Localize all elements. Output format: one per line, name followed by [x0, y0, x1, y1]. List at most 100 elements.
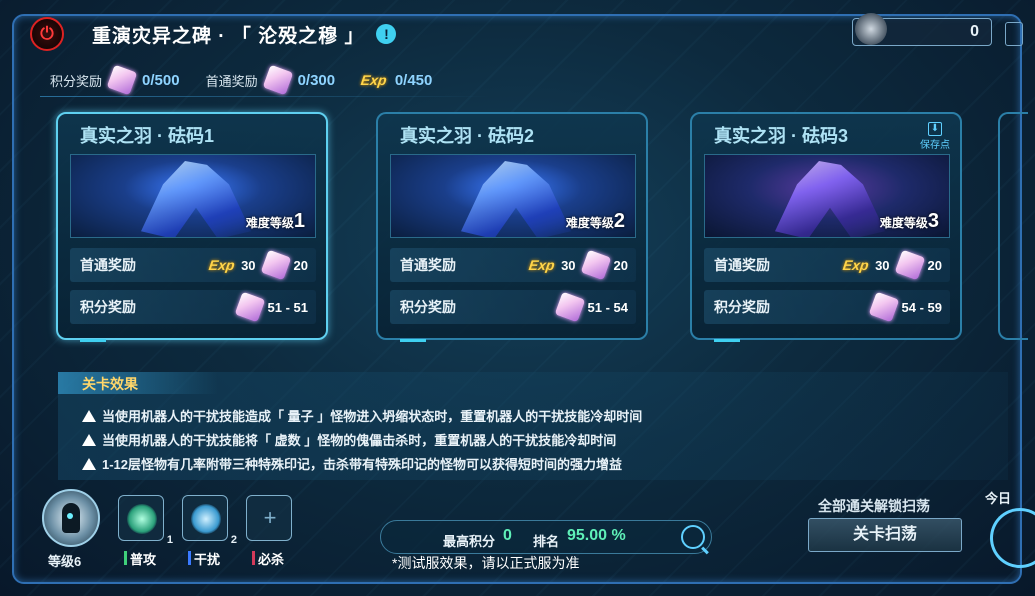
- crystal-gem-icon: [580, 249, 611, 281]
- first-clear-exp: 30: [241, 257, 256, 273]
- exp-icon: Exp: [842, 257, 871, 273]
- crystal-gem-icon: [868, 291, 899, 323]
- points-reward-label: 积分奖励: [50, 73, 103, 89]
- stage-art: 难度等级2: [390, 154, 636, 238]
- interfere-skill-icon: [191, 504, 221, 534]
- points-label: 积分奖励: [80, 299, 136, 315]
- next-stage-card-peek[interactable]: [998, 112, 1028, 340]
- warning-icon: [82, 434, 96, 446]
- edge-tab[interactable]: [1005, 22, 1023, 46]
- boss-image: [775, 161, 885, 237]
- power-exit-icon[interactable]: ⏻: [30, 17, 64, 51]
- stage-card-title: 真实之羽 · 砝码2: [400, 126, 535, 146]
- first-clear-row: 首通奖励 Exp 30 20: [390, 248, 636, 282]
- stage-card-title: 真实之羽 · 砝码3: [714, 126, 849, 146]
- currency-value: 0: [970, 23, 979, 40]
- first-clear-gem: 20: [613, 257, 628, 273]
- crystal-gem-icon: [894, 249, 925, 281]
- stage-art: 难度等级3: [704, 154, 950, 238]
- difficulty-label: 难度等级3: [879, 210, 939, 232]
- exp-icon: Exp: [528, 257, 557, 273]
- robot-avatar[interactable]: [42, 489, 100, 547]
- search-icon[interactable]: [681, 525, 705, 549]
- save-point-label: 保存点: [920, 140, 950, 151]
- rank-label: 排名: [533, 534, 560, 549]
- card-accent-bar: [714, 339, 740, 342]
- stage-card-title: 真实之羽 · 砝码1: [80, 126, 215, 146]
- sweep-unlock-text: 全部通关解锁扫荡: [818, 498, 930, 514]
- first-clear-label: 首通奖励: [400, 257, 456, 273]
- best-score-value: 0: [503, 527, 512, 544]
- exp-icon: Exp: [360, 72, 388, 88]
- difficulty-value: 1: [293, 210, 305, 232]
- stage-card-1[interactable]: 真实之羽 · 砝码1 难度等级1 首通奖励 Exp 30 20 积分奖励 51 …: [56, 112, 328, 342]
- effect-line: 当使用机器人的干扰技能将「 虚数 」怪物的傀儡击杀时，重置机器人的干扰技能冷却时…: [58, 430, 1008, 450]
- first-clear-label: 首通奖励: [714, 257, 770, 273]
- difficulty-value: 3: [927, 210, 939, 232]
- points-label: 积分奖励: [714, 299, 770, 315]
- skill-ultimate-label: 必杀: [252, 549, 284, 568]
- warning-icon: [82, 410, 96, 422]
- skill-count: 2: [230, 534, 237, 546]
- points-range: 51 - 54: [587, 299, 628, 315]
- first-clear-gem: 20: [927, 257, 942, 273]
- test-server-note: *测试服效果，请以正式服为准: [392, 555, 580, 571]
- robot-eye: [67, 513, 73, 519]
- skill-ultimate-slot[interactable]: +: [246, 495, 292, 541]
- score-panel: 最高积分 0 排名 95.00 %: [380, 520, 712, 554]
- warning-icon: [82, 458, 96, 470]
- first-clear-label: 首通奖励: [80, 257, 136, 273]
- skill-attack-label: 普攻: [124, 549, 156, 568]
- stage-effects-header: 关卡效果: [58, 372, 218, 394]
- first-reward-label: 首通奖励: [205, 73, 258, 89]
- effect-line: 1-12层怪物有几率附带三种特殊印记，击杀带有特殊印记的怪物可以获得短时间的强力…: [58, 454, 1008, 474]
- currency-display: 0: [852, 13, 992, 46]
- first-clear-exp: 30: [561, 257, 576, 273]
- points-row: 积分奖励 51 - 51: [70, 290, 316, 324]
- first-clear-gem: 20: [293, 257, 308, 273]
- today-label: 今日: [985, 491, 1012, 506]
- crystal-gem-icon: [554, 291, 585, 323]
- skill-count: 1: [166, 534, 173, 546]
- best-score-label: 最高积分: [443, 534, 496, 549]
- divider: [40, 96, 490, 97]
- header: ⏻ 重演灾异之碑 · 「 沦殁之穆 」 !: [30, 16, 397, 52]
- stage-effects-panel: 关卡效果 当使用机器人的干扰技能造成「 量子 」怪物进入坍缩状态时，重置机器人的…: [58, 372, 1008, 480]
- skill-interfere-label: 干扰: [188, 549, 220, 568]
- points-row: 积分奖励 54 - 59: [704, 290, 950, 324]
- first-clear-exp: 30: [875, 257, 890, 273]
- exp-reward-value: 0/450: [394, 71, 433, 89]
- exp-icon: Exp: [208, 257, 237, 273]
- skill-attack-button[interactable]: 1: [118, 495, 173, 546]
- skill-interfere-button[interactable]: 2: [182, 495, 237, 546]
- crystal-gem-icon: [260, 249, 291, 281]
- difficulty-label: 难度等级1: [245, 210, 305, 232]
- rank-value: 95.00 %: [567, 527, 626, 544]
- stage-card-3[interactable]: 真实之羽 · 砝码3 ⬇ 保存点 难度等级3 首通奖励 Exp 30 20 积分…: [690, 112, 962, 342]
- add-icon: +: [263, 505, 277, 530]
- points-reward-value: 0/500: [142, 71, 180, 89]
- first-clear-row: 首通奖励 Exp 30 20: [70, 248, 316, 282]
- sweep-button[interactable]: 关卡扫荡: [808, 518, 962, 552]
- robot-level: 等级6: [48, 554, 82, 569]
- points-label: 积分奖励: [400, 299, 456, 315]
- save-point-badge: ⬇ 保存点: [920, 122, 950, 151]
- first-clear-row: 首通奖励 Exp 30 20: [704, 248, 950, 282]
- info-icon[interactable]: !: [376, 24, 397, 44]
- first-reward-value: 0/300: [297, 71, 336, 89]
- stage-card-2[interactable]: 真实之羽 · 砝码2 难度等级2 首通奖励 Exp 30 20 积分奖励 51 …: [376, 112, 648, 342]
- boss-image: [141, 161, 251, 237]
- difficulty-value: 2: [613, 210, 625, 232]
- reward-summary: 积分奖励 0/500 首通奖励 0/300 Exp 0/450: [50, 64, 458, 96]
- save-point-icon: ⬇: [928, 122, 942, 136]
- points-row: 积分奖励 51 - 54: [390, 290, 636, 324]
- points-range: 51 - 51: [267, 299, 308, 315]
- boss-image: [461, 161, 571, 237]
- card-accent-bar: [80, 339, 106, 342]
- currency-coin-icon: [855, 13, 887, 45]
- difficulty-label: 难度等级2: [565, 210, 625, 232]
- stage-art: 难度等级1: [70, 154, 316, 238]
- crystal-gem-icon: [262, 64, 293, 96]
- effect-line: 当使用机器人的干扰技能造成「 量子 」怪物进入坍缩状态时，重置机器人的干扰技能冷…: [58, 406, 1008, 426]
- points-range: 54 - 59: [901, 299, 942, 315]
